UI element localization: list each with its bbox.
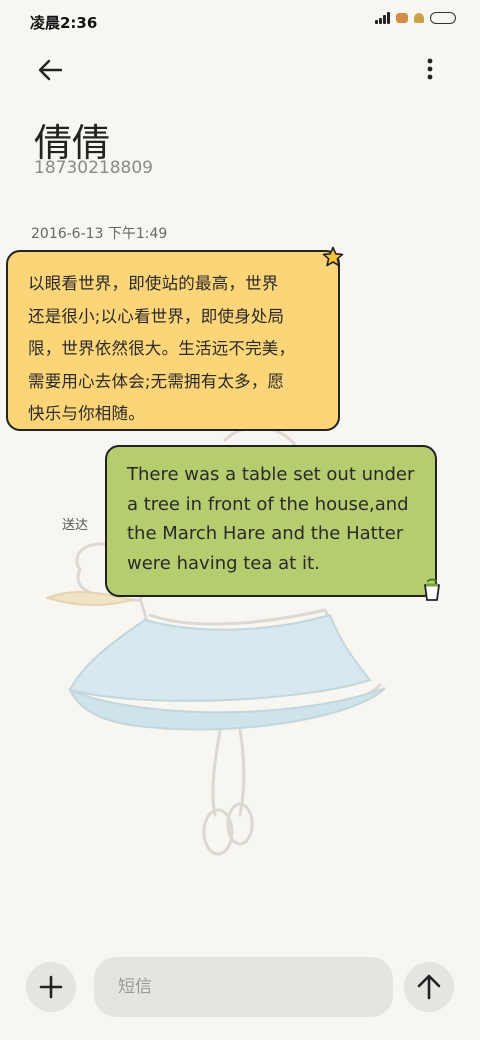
outgoing-message-bubble[interactable]: There was a table set out under a tree i… (105, 445, 437, 597)
back-arrow-icon (38, 59, 63, 81)
more-options-button[interactable] (418, 54, 442, 86)
battery-icon (430, 12, 456, 24)
incoming-line: 限，世界依然很大。生活远不完美， (28, 339, 296, 358)
outgoing-line: were having tea at it. (127, 552, 320, 574)
app-notification-icon (396, 13, 408, 23)
outgoing-line: a tree in front of the house,and (127, 493, 409, 515)
message-input[interactable]: 短信 (94, 957, 393, 1017)
incoming-line: 还是很小;以心看世界，即使身处局 (28, 306, 285, 326)
plus-icon (39, 975, 63, 999)
status-bar: 凌晨2:36 (0, 0, 480, 40)
send-arrow-icon (417, 974, 441, 1000)
back-button[interactable] (34, 54, 66, 86)
status-icons (375, 12, 456, 24)
signal-icon (375, 12, 390, 24)
incoming-message-bubble[interactable]: 以眼看世界，即使站的最高，世界 还是很小;以心看世界，即使身处局 限，世界依然很… (6, 250, 340, 431)
incoming-line: 快乐与你相随。 (28, 404, 145, 423)
more-vertical-icon (427, 58, 433, 80)
message-timestamp: 2016-6-13 下午1:49 (31, 226, 168, 242)
outgoing-line: There was a table set out under (127, 464, 415, 485)
outgoing-line: the March Hare and the Hatter (127, 523, 404, 544)
message-input-placeholder: 短信 (118, 977, 152, 997)
incoming-line: 需要用心去体会;无需拥有太多，愿 (28, 371, 285, 391)
delivery-status: 送达 (62, 518, 89, 533)
incoming-line: 以眼看世界，即使站的最高，世界 (28, 274, 279, 293)
status-time: 凌晨2:36 (30, 14, 98, 32)
send-button[interactable] (404, 962, 454, 1012)
cup-icon (424, 578, 440, 601)
add-attachment-button[interactable] (26, 962, 76, 1012)
app-notification-icon-2 (414, 13, 424, 23)
contact-phone: 18730218809 (34, 158, 153, 178)
incoming-message-text: 以眼看世界，即使站的最高，世界 还是很小;以心看世界，即使身处局 限，世界依然很… (28, 268, 318, 431)
star-icon (322, 246, 344, 267)
outgoing-message-text: There was a table set out under a tree i… (127, 460, 419, 578)
